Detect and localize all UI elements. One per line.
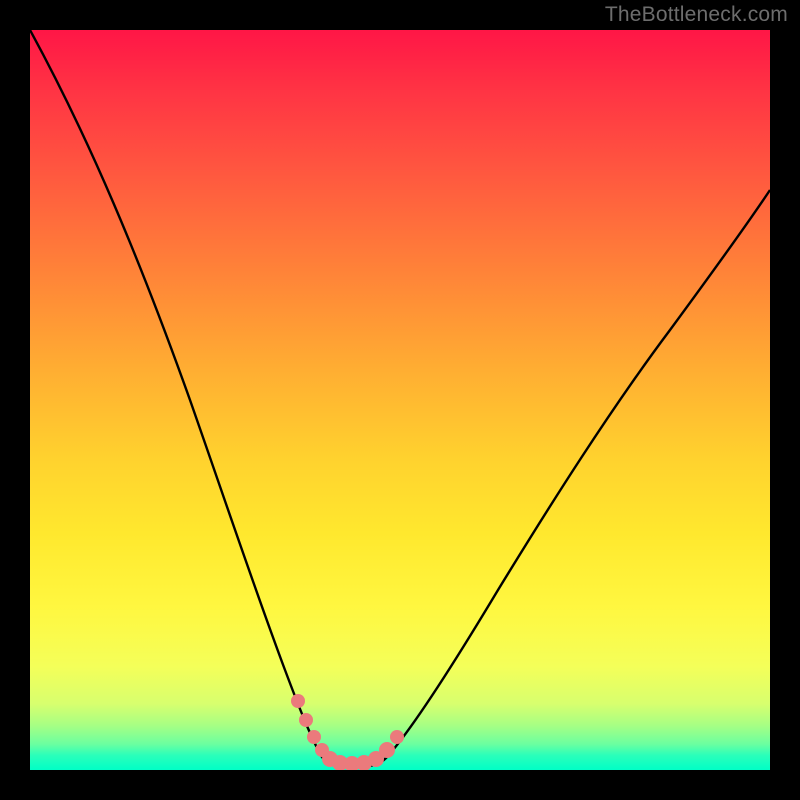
watermark-text: TheBottleneck.com <box>605 3 788 27</box>
curve-layer <box>30 30 770 770</box>
chart-stage: TheBottleneck.com <box>0 0 800 800</box>
plot-area <box>30 30 770 770</box>
bottleneck-curve <box>30 30 770 766</box>
